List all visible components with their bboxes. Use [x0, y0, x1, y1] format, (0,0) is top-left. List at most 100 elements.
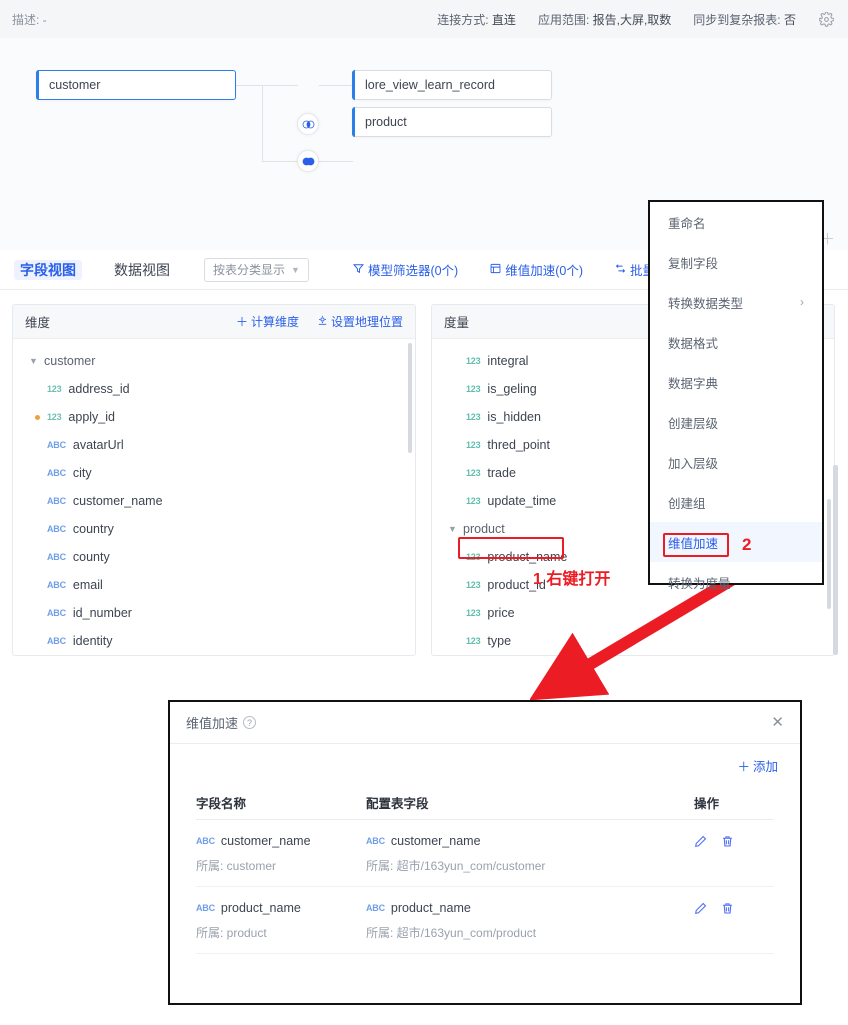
row-operations	[694, 834, 774, 874]
dimension-list[interactable]: ▼ customer 123 address_id 123 apply_id A…	[13, 339, 415, 656]
model-node-product[interactable]: product	[352, 107, 552, 137]
context-menu-item-data-format[interactable]: 数据格式	[650, 322, 822, 362]
context-menu-item-convert-to-measure[interactable]: 转换为度量	[650, 562, 822, 602]
dimension-field-label: customer_name	[73, 494, 163, 508]
dimension-field-label: avatarUrl	[73, 438, 124, 452]
context-menu-item-copy-field[interactable]: 复制字段	[650, 242, 822, 282]
dimension-group-customer[interactable]: ▼ customer	[13, 347, 415, 375]
join-venn-filled-icon[interactable]	[297, 150, 319, 172]
trash-icon[interactable]	[721, 835, 734, 851]
gear-icon[interactable]	[818, 11, 834, 27]
close-icon[interactable]: ✕	[771, 715, 784, 730]
dimension-field-county[interactable]: ABC county	[13, 543, 415, 571]
dimension-field-city[interactable]: ABC city	[13, 459, 415, 487]
context-menu-item-create-group[interactable]: 创建组	[650, 482, 822, 522]
chevron-down-icon: ▼	[291, 265, 300, 275]
dialog-header: 维值加速 ? ✕	[170, 702, 800, 744]
join-venn-icon[interactable]	[297, 113, 319, 135]
link-vertical	[262, 85, 263, 161]
group-by-select[interactable]: 按表分类显示 ▼	[204, 258, 309, 282]
context-menu-item-convert-data-type[interactable]: 转换数据类型 ›	[650, 282, 822, 322]
dimension-list-scrollbar[interactable]	[408, 343, 412, 453]
field-context-menu[interactable]: 重命名 复制字段 转换数据类型 › 数据格式 数据字典 创建层级 加入层级 创建…	[648, 200, 824, 585]
row-field-name: product_name	[221, 901, 301, 915]
dimension-field-identity[interactable]: ABC identity	[13, 627, 415, 655]
row-config-name: customer_name	[391, 834, 481, 848]
dimension-field-email[interactable]: ABC email	[13, 571, 415, 599]
numeric-type-icon: 123	[466, 384, 480, 394]
text-type-icon: ABC	[47, 636, 66, 646]
link-horizontal-3	[262, 161, 298, 162]
meta-group: 连接方式: 直连 应用范围: 报告,大屏,取数 同步到复杂报表: 否	[437, 11, 834, 28]
add-calculated-dimension-button[interactable]: ＋ 计算维度	[236, 313, 299, 330]
set-geo-location-button[interactable]: 设置地理位置	[317, 313, 403, 330]
measure-field-label: integral	[487, 354, 528, 368]
row-config-name: product_name	[391, 901, 471, 915]
plus-icon: ＋	[236, 313, 248, 330]
measure-field-price[interactable]: 123 price	[432, 599, 834, 627]
dimension-field-id-number[interactable]: ABC id_number	[13, 599, 415, 627]
meta-connection-label: 连接方式:	[437, 13, 488, 27]
text-type-icon: ABC	[47, 524, 66, 534]
row-field-main: ABC product_name	[196, 901, 366, 915]
tab-data-view[interactable]: 数据视图	[108, 260, 176, 280]
dialog-title: 维值加速	[186, 713, 238, 732]
row-config-owner: 所属: 超市/163yun_com/customer	[366, 857, 694, 874]
dimension-field-label: county	[73, 550, 110, 564]
measure-field-label: update_time	[487, 494, 556, 508]
row-config-main: ABC customer_name	[366, 834, 694, 848]
model-node-customer[interactable]: customer	[36, 70, 236, 100]
model-filter-button[interactable]: 模型筛选器(0个)	[353, 260, 458, 279]
link-horizontal-2	[262, 85, 298, 86]
measure-panel-title: 度量	[444, 312, 469, 331]
meta-sync-value: 否	[784, 13, 796, 27]
trash-icon[interactable]	[721, 902, 734, 918]
numeric-type-icon: 123	[466, 412, 480, 422]
text-type-icon: ABC	[47, 580, 66, 590]
dimension-field-country[interactable]: ABC country	[13, 515, 415, 543]
context-menu-item-data-dictionary[interactable]: 数据字典	[650, 362, 822, 402]
meta-scope-label: 应用范围:	[538, 13, 589, 27]
dimension-panel-header: 维度 ＋ 计算维度 设置地理位置	[13, 305, 415, 339]
add-button-label: 添加	[753, 756, 778, 775]
text-type-icon: ABC	[366, 836, 385, 846]
measure-field-type[interactable]: 123 type	[432, 627, 834, 655]
pencil-icon[interactable]	[694, 902, 707, 918]
measure-list-scrollbar[interactable]	[827, 499, 831, 609]
meta-scope: 应用范围: 报告,大屏,取数	[538, 11, 671, 28]
context-menu-item-join-hierarchy[interactable]: 加入层级	[650, 442, 822, 482]
model-node-lore-view-learn-record[interactable]: lore_view_learn_record	[352, 70, 552, 100]
link-horizontal-1	[236, 85, 262, 86]
plus-icon: ＋	[737, 756, 750, 775]
context-menu-item-label: 复制字段	[668, 253, 718, 272]
text-type-icon: ABC	[47, 440, 66, 450]
context-menu-item-dimension-accel[interactable]: 维值加速	[650, 522, 822, 562]
row-field-name: customer_name	[221, 834, 311, 848]
page-scrollbar[interactable]	[833, 465, 838, 655]
measure-field-label: trade	[487, 466, 516, 480]
tab-field-view[interactable]: 字段视图	[14, 260, 82, 280]
chevron-down-icon: ▼	[448, 524, 457, 534]
dimension-field-apply-id[interactable]: 123 apply_id	[13, 403, 415, 431]
dimension-field-address-id[interactable]: 123 address_id	[13, 375, 415, 403]
chevron-right-icon: ›	[800, 295, 804, 309]
row-field-owner: 所属: customer	[196, 857, 366, 874]
dimension-accel-button[interactable]: 维值加速(0个)	[490, 260, 583, 279]
measure-group-label: product	[463, 522, 505, 536]
numeric-type-icon: 123	[466, 636, 480, 646]
dimension-field-customer-name[interactable]: ABC customer_name	[13, 487, 415, 515]
measure-field-label: product_name	[487, 550, 567, 564]
numeric-type-icon: 123	[466, 440, 480, 450]
pencil-icon[interactable]	[694, 835, 707, 851]
context-menu-item-create-hierarchy[interactable]: 创建层级	[650, 402, 822, 442]
dimension-field-label: email	[73, 578, 103, 592]
model-node-label: customer	[49, 78, 100, 92]
context-menu-item-rename[interactable]: 重命名	[650, 202, 822, 242]
dimension-accel-label: 维值加速(0个)	[505, 260, 583, 279]
numeric-type-icon: 123	[466, 496, 480, 506]
question-icon[interactable]: ?	[243, 716, 256, 729]
add-button[interactable]: ＋ 添加	[737, 756, 778, 775]
dialog-table: 字段名称 配置表字段 操作 ABC customer_name 所属: cust…	[196, 786, 774, 954]
context-menu-item-label: 维值加速	[668, 533, 718, 552]
dimension-field-avatarurl[interactable]: ABC avatarUrl	[13, 431, 415, 459]
